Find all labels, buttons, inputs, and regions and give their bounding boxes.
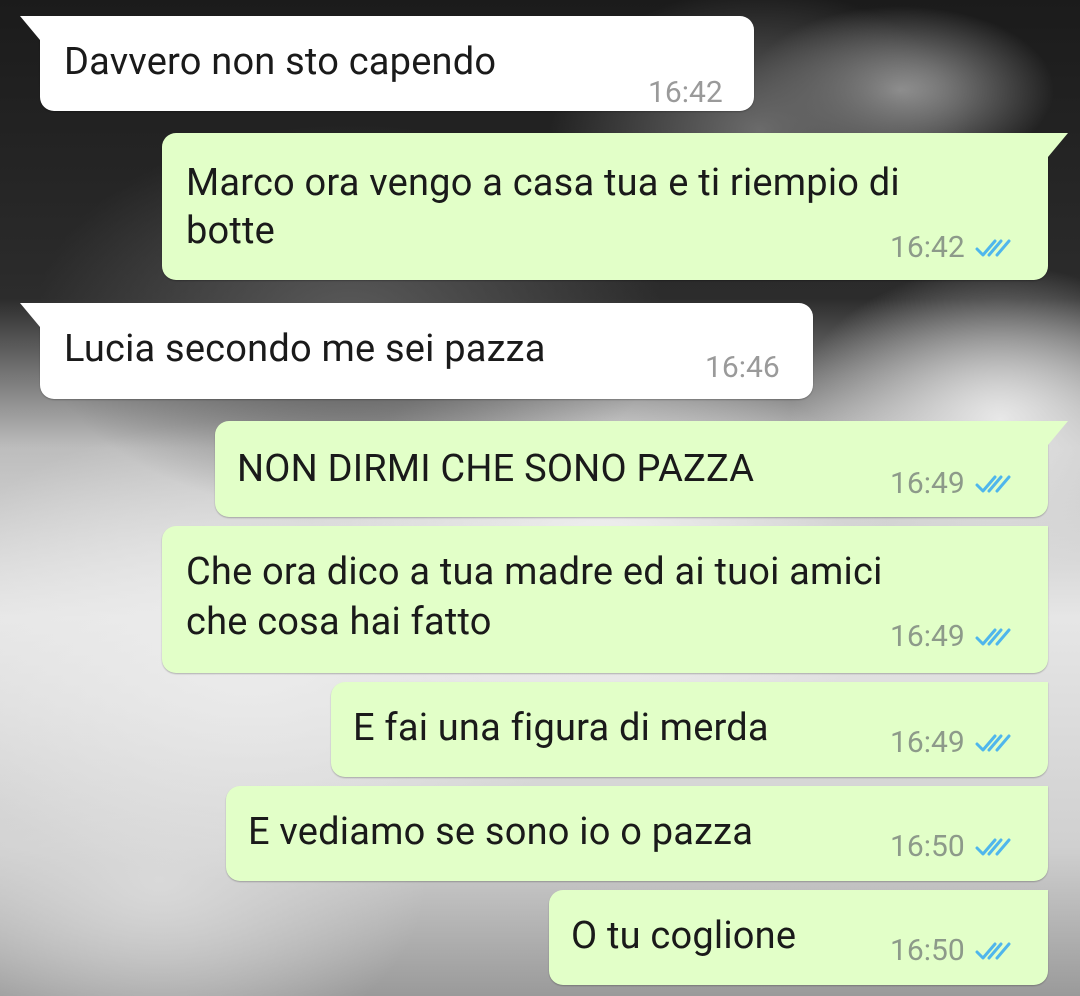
message-text-line: botte [186,209,276,253]
message-bubble-incoming[interactable]: Lucia secondo me sei pazza 16:46 [20,303,813,399]
message-bubble-outgoing[interactable]: Che ora dico a tua madre ed ai tuoi amic… [162,526,1048,673]
message-text-line: che cosa hai fatto [186,600,492,644]
message-bubble-outgoing[interactable]: O tu coglione 16:50 [549,890,1048,985]
message-text-line: Che ora dico a tua madre ed ai tuoi amic… [186,550,883,594]
bubble-tail [1048,133,1068,157]
bubble-tail [20,303,40,327]
message-timestamp: 16:49 [890,725,965,760]
message-text: Davvero non sto capendo [64,40,497,84]
read-double-check-icon [975,475,1011,493]
message-timestamp: 16:49 [890,466,965,501]
read-double-check-icon [975,838,1011,856]
message-text: NON DIRMI CHE SONO PAZZA [237,447,755,491]
message-timestamp: 16:46 [705,350,780,385]
read-double-check-icon [975,239,1011,257]
message-text: E vediamo se sono io o pazza [248,810,754,854]
bubble-tail [20,16,40,40]
message-timestamp: 16:50 [890,829,965,864]
message-text: Lucia secondo me sei pazza [64,327,546,371]
message-timestamp: 16:42 [648,75,723,110]
read-double-check-icon [975,734,1011,752]
message-text: O tu coglione [571,914,797,958]
message-bubble-outgoing[interactable]: Marco ora vengo a casa tua e ti riempio … [162,133,1068,280]
message-timestamp: 16:42 [890,230,965,265]
read-double-check-icon [975,628,1011,646]
message-text-line: Marco ora vengo a casa tua e ti riempio … [186,161,900,205]
message-bubble-outgoing[interactable]: E fai una figura di merda 16:49 [331,682,1048,777]
message-bubble-outgoing[interactable]: NON DIRMI CHE SONO PAZZA 16:49 [215,421,1068,517]
bubble-tail [1048,421,1068,445]
read-double-check-icon [975,942,1011,960]
message-timestamp: 16:50 [890,933,965,968]
message-timestamp: 16:49 [890,619,965,654]
message-text: E fai una figura di merda [353,706,769,750]
message-bubble-incoming[interactable]: Davvero non sto capendo 16:42 [20,16,754,111]
message-bubble-outgoing[interactable]: E vediamo se sono io o pazza 16:50 [226,786,1048,881]
